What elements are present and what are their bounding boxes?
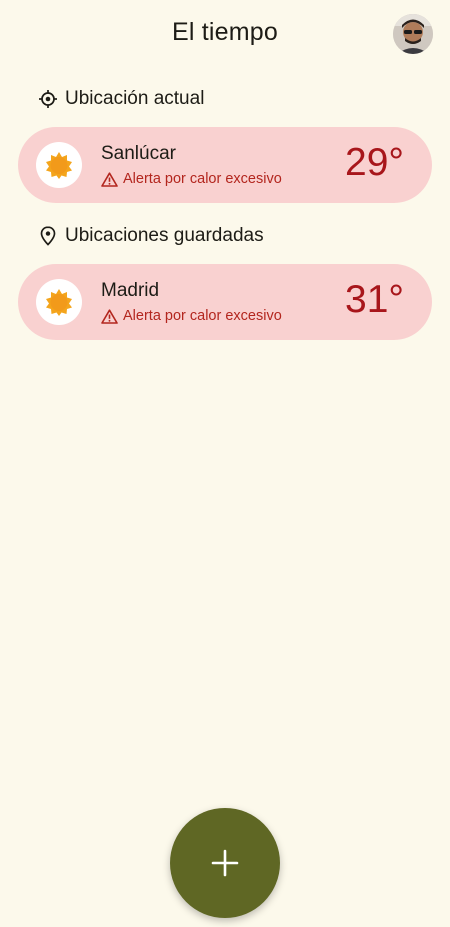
temperature: 29° [345,141,404,184]
saved-locations-header: Ubicaciones guardadas [37,223,264,249]
map-pin-icon [37,225,59,247]
plus-icon [211,849,239,877]
warning-icon [101,308,118,324]
weather-icon-container [36,279,82,325]
page-title: El tiempo [171,18,278,46]
current-location-card[interactable]: Sanlúcar Alerta por calor excesivo 29° [18,127,432,203]
weather-app: El tiempo Ubicación actual Sanlúcar Aler… [0,0,450,927]
current-location-label: Ubicación actual [65,88,205,109]
sun-icon [46,289,72,316]
avatar[interactable] [393,14,433,54]
alert-text: Alerta por calor excesivo [123,308,282,324]
warning-icon [101,171,118,187]
heat-alert: Alerta por calor excesivo [101,308,282,324]
alert-text: Alerta por calor excesivo [123,171,282,187]
saved-location-card[interactable]: Madrid Alerta por calor excesivo 31° [18,264,432,340]
weather-icon-container [36,142,82,188]
heat-alert: Alerta por calor excesivo [101,171,282,187]
avatar-image [393,14,433,54]
city-name: Madrid [101,280,160,301]
city-name: Sanlúcar [101,143,176,164]
temperature: 31° [345,278,404,321]
location-target-icon [37,88,59,110]
add-location-button[interactable] [170,808,280,918]
saved-locations-label: Ubicaciones guardadas [65,225,264,246]
current-location-header: Ubicación actual [37,86,204,112]
sun-icon [46,152,72,179]
